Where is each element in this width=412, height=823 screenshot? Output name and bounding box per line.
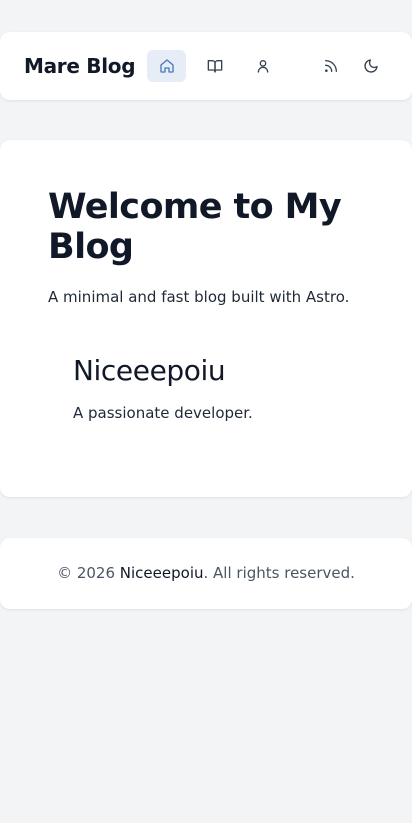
rss-feed-button[interactable] — [311, 50, 350, 82]
site-brand-link[interactable]: Mare Blog — [24, 52, 136, 80]
user-icon — [257, 60, 268, 73]
home-icon — [159, 59, 174, 73]
nav-about-button[interactable] — [243, 50, 282, 82]
rss-icon — [324, 60, 337, 72]
footer-author-link[interactable]: Niceeepoiu — [120, 564, 204, 582]
page-title: Welcome to My Blog — [48, 187, 342, 267]
copyright-text: © 2026 Niceeepoiu. All rights reserved. — [0, 562, 412, 584]
author-bio: A passionate developer. — [73, 404, 253, 422]
book-open-icon — [207, 60, 222, 73]
site-footer: © 2026 Niceeepoiu. All rights reserved. — [0, 538, 412, 609]
copyright-suffix: . All rights reserved. — [203, 564, 355, 582]
nav-home-button[interactable] — [147, 50, 186, 82]
theme-toggle-button[interactable] — [351, 50, 390, 82]
moon-icon — [363, 59, 378, 73]
page-subtitle: A minimal and fast blog built with Astro… — [48, 288, 350, 306]
nav-blog-button[interactable] — [195, 50, 234, 82]
site-header: Mare Blog — [0, 32, 412, 100]
copyright-prefix: © 2026 — [57, 564, 120, 582]
author-name: Niceeepoiu — [73, 354, 226, 387]
